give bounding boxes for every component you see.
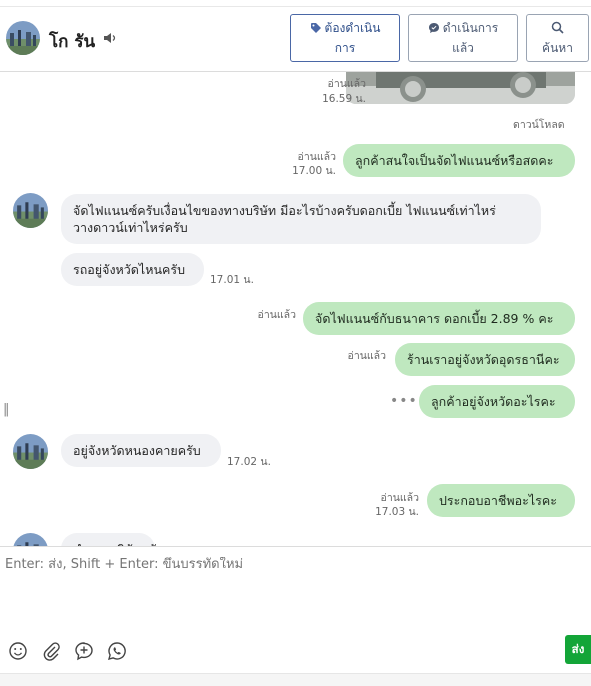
done-button[interactable]: ดำเนินการ แล้ว	[408, 14, 518, 62]
incoming-message[interactable]: จัดไฟแนนซ์ครับเงื่อนไขของทางบริษัท มีอะไ…	[61, 194, 541, 244]
attachment-icon[interactable]	[41, 641, 61, 661]
sender-avatar[interactable]	[13, 193, 48, 228]
sending-status: •••	[390, 393, 418, 409]
sender-avatar[interactable]	[13, 434, 48, 469]
search-button[interactable]: ค้นหา	[526, 14, 589, 62]
image-message[interactable]	[346, 72, 575, 104]
outgoing-message[interactable]: จัดไฟแนนซ์กับธนาคาร ดอกเบี้ย 2.89 % คะ	[303, 302, 575, 335]
read-status: อ่านแล้ว	[297, 151, 336, 163]
message-time: 17.00 น.	[292, 165, 336, 177]
send-button[interactable]: ส่ง	[565, 635, 591, 664]
search-label: ค้นหา	[542, 41, 573, 55]
todo-button[interactable]: ต้องดำเนิน การ	[290, 14, 400, 62]
search-icon	[551, 21, 564, 34]
done-label-line2: แล้ว	[452, 41, 474, 55]
message-composer: ส่ง	[0, 546, 591, 686]
read-status: อ่านแล้ว	[257, 309, 296, 321]
todo-label-line1: ต้องดำเนิน	[324, 21, 381, 35]
outgoing-message[interactable]: ลูกค้าอยู่จังหวัดอะไรคะ	[419, 385, 575, 418]
incoming-message[interactable]: รถอยู่จังหวัดไหนครับ	[61, 253, 204, 286]
outgoing-message[interactable]: ประกอบอาชีพอะไรคะ	[427, 484, 575, 517]
sender-avatar[interactable]	[13, 533, 48, 546]
contact-avatar[interactable]	[6, 21, 40, 55]
header-divider	[0, 6, 591, 7]
whatsapp-icon[interactable]	[107, 641, 127, 661]
chat-check-icon	[428, 23, 439, 33]
message-time: 17.02 น.	[227, 456, 271, 468]
todo-label-line2: การ	[334, 41, 356, 55]
done-label-line1: ดำเนินการ	[442, 21, 499, 35]
read-status: อ่านแล้ว	[347, 350, 386, 362]
composer-footer	[0, 673, 591, 686]
chat-header: โก รัน ต้องดำเนิน การ ดำเนินการ แล้ว ค้น…	[0, 0, 591, 72]
incoming-message[interactable]: ทำงานบริษัทครับ	[61, 533, 164, 546]
read-status: อ่านแล้ว	[380, 492, 419, 504]
outgoing-message[interactable]: ลูกค้าสนใจเป็นจัดไฟแนนซ์หรือสดคะ	[343, 144, 575, 177]
add-message-icon[interactable]	[74, 641, 94, 661]
speaker-icon[interactable]	[102, 30, 118, 46]
message-time: 17.01 น.	[210, 274, 254, 286]
car-photo	[346, 72, 575, 104]
outgoing-message[interactable]: ร้านเราอยู่จังหวัดอุดรธานีคะ	[395, 343, 575, 376]
resize-handle[interactable]: ‖	[3, 402, 10, 417]
incoming-message[interactable]: อยู่จังหวัดหนองคายครับ	[61, 434, 221, 467]
message-line: จัดไฟแนนซ์ครับเงื่อนไขของทางบริษัท มีอะไ…	[73, 203, 496, 218]
message-line: วางดาวน์เท่าไหร่ครับ	[73, 220, 188, 235]
emoji-icon[interactable]	[8, 641, 28, 661]
message-time: 16.59 น.	[322, 93, 366, 105]
message-time: 17.03 น.	[375, 506, 419, 518]
read-status: อ่านแล้ว	[327, 78, 366, 90]
message-list[interactable]: อ่านแล้ว 16.59 น. ดาวน์โหลด อ่านแล้ว 17.…	[0, 72, 591, 546]
contact-name[interactable]: โก รัน	[49, 28, 95, 55]
message-input[interactable]	[5, 557, 555, 572]
tag-icon	[310, 23, 321, 33]
download-link[interactable]: ดาวน์โหลด	[513, 116, 565, 133]
